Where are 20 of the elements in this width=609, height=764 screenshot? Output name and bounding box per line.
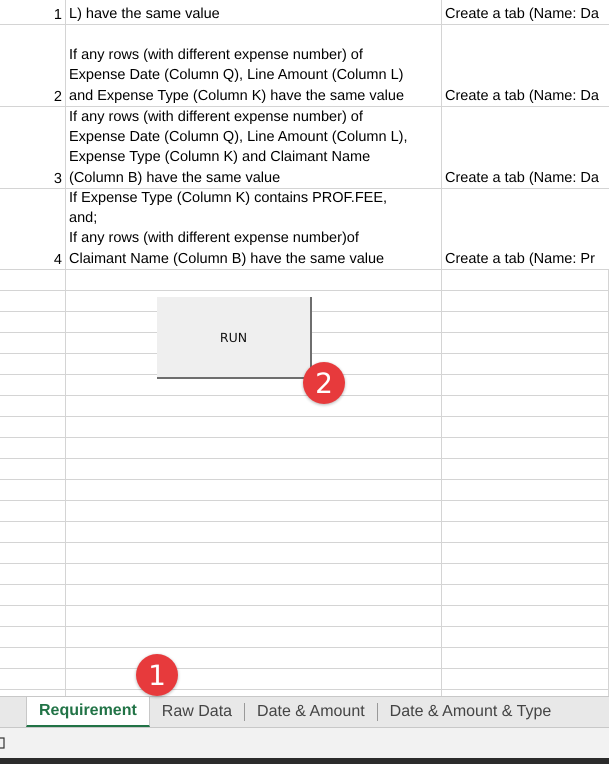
table-cell-text: Create a tab (Name: Da — [444, 168, 599, 188]
table-cell-text: If any rows (with different expense number) of Expense Date (Column Q), Line Amount (Column L), Expense Type (Column K) and Claimant Name (Column B) have the same value — [68, 108, 408, 188]
sheet-tab[interactable]: Raw Data — [150, 697, 244, 727]
table-cell-text: Create a tab (Name: Da — [444, 4, 599, 24]
callout-badge: 1 — [136, 654, 178, 696]
sheet-icon — [0, 737, 5, 749]
run-button[interactable]: RUN — [157, 297, 312, 379]
table-cell-text: If any rows (with different expense number) of Expense Date (Column Q), Line Amount (Column L) and Expense Type (Column K) have the same value — [68, 46, 404, 106]
row-number: 1 — [52, 7, 63, 24]
sheet-tab[interactable]: Date & Amount — [245, 697, 377, 727]
callout-badge: 2 — [303, 362, 345, 404]
table-cell-text: If Expense Type (Column K) contains PROF.FEE, and; If any rows (with different expense number)of Claimant Name (Column B) have the same value — [68, 189, 388, 269]
table-cell-text: Create a tab (Name: Pr — [444, 250, 595, 269]
row-number: 2 — [52, 89, 63, 106]
row-number: 4 — [52, 252, 63, 269]
row-number: 3 — [52, 171, 63, 188]
sheet-tab[interactable]: Requirement — [26, 697, 150, 727]
sheet-tab[interactable]: Date & Amount & Type — [378, 697, 564, 727]
table-cell-text: Create a tab (Name: Da — [444, 86, 599, 106]
table-cell-text: L) have the same value — [68, 4, 220, 24]
